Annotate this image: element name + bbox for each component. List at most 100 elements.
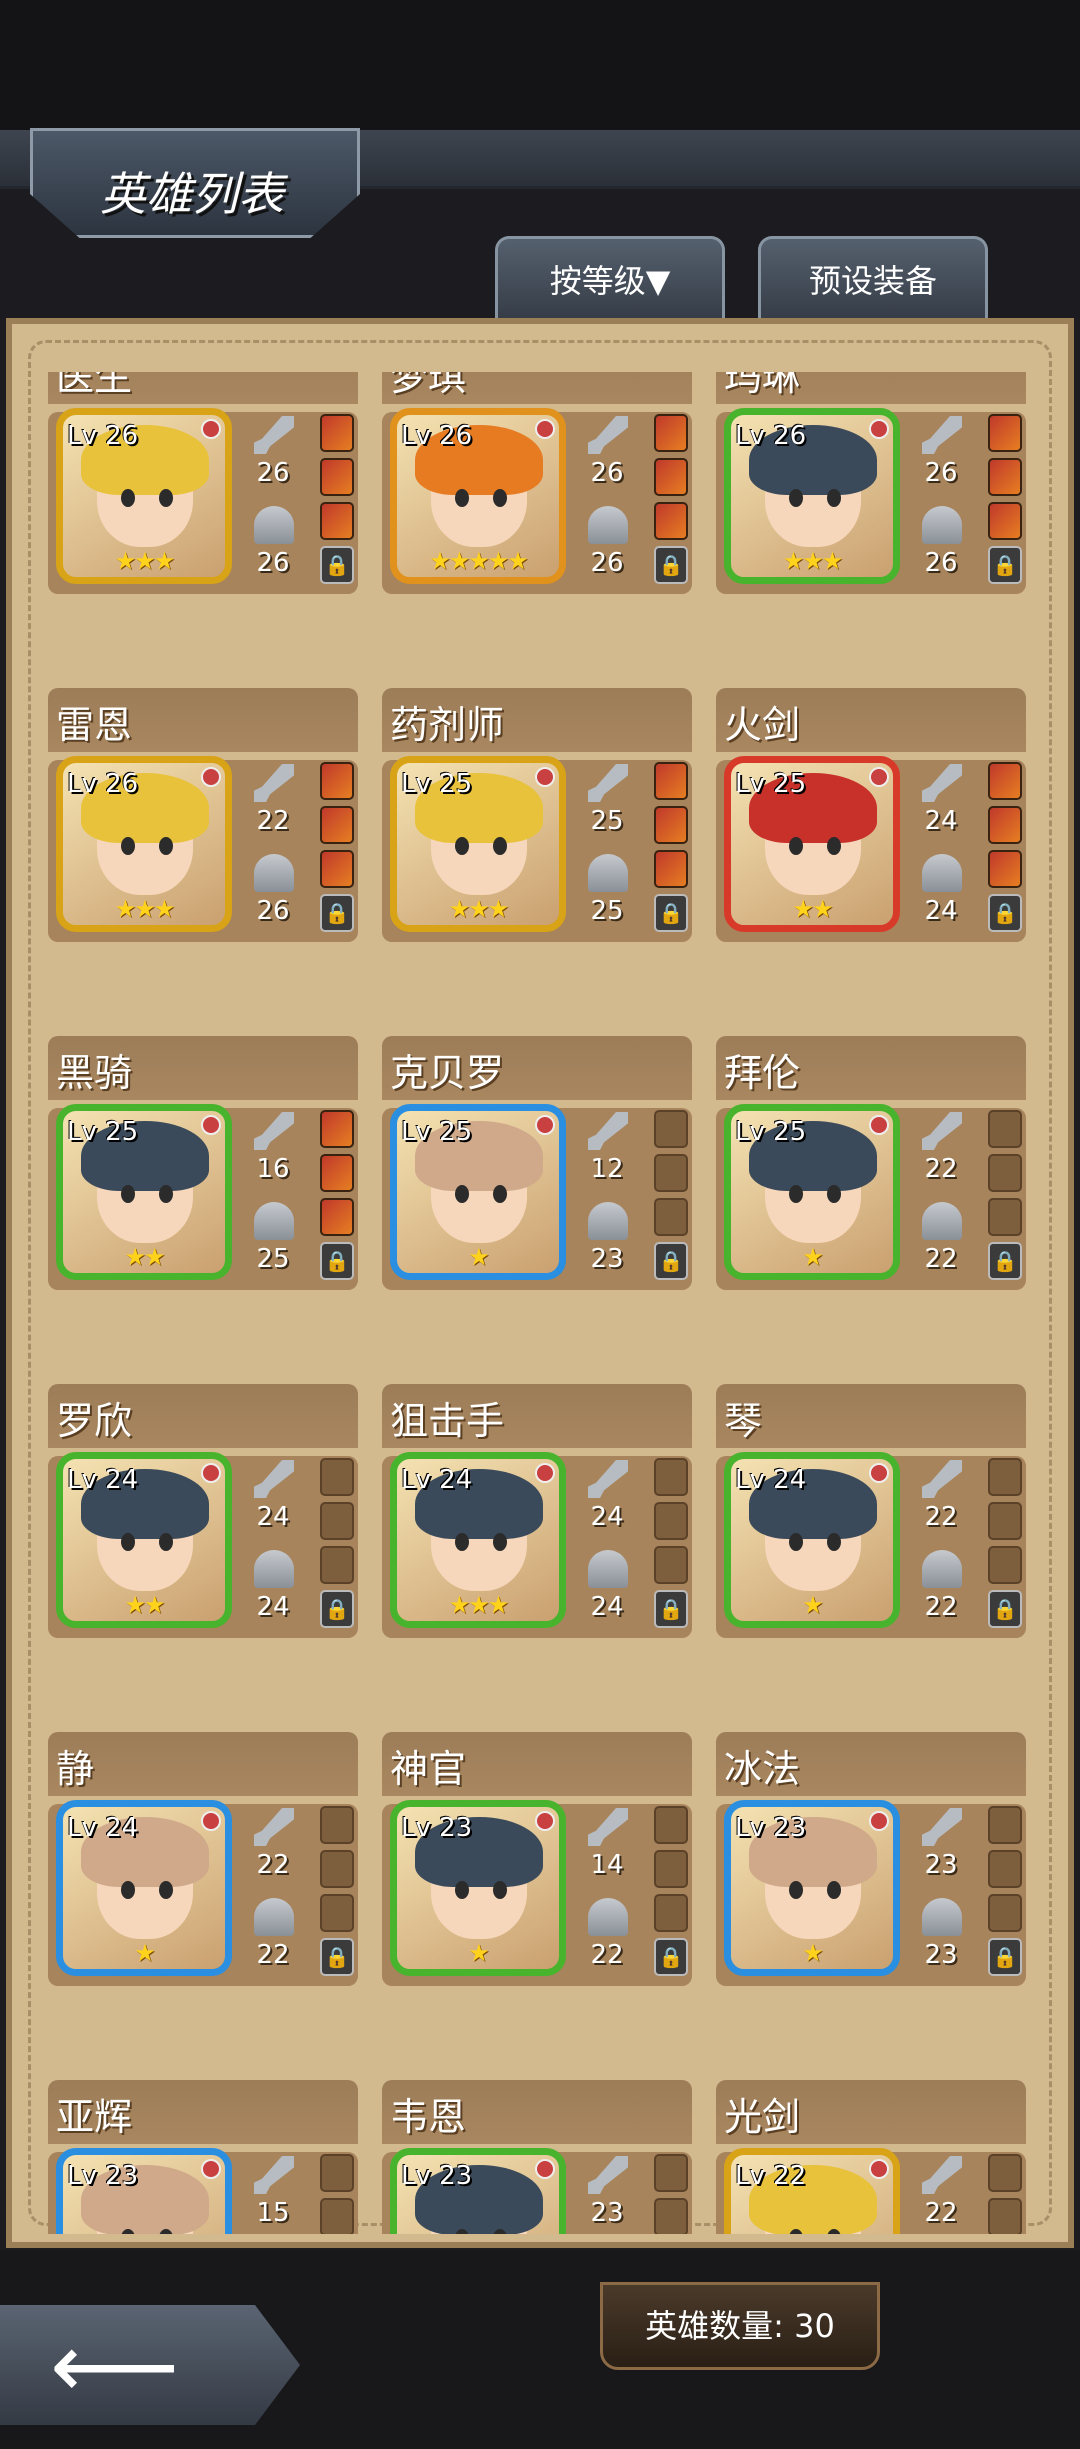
lock-icon[interactable]: 🔒 xyxy=(988,894,1022,932)
equipment-slot[interactable] xyxy=(988,414,1022,452)
lock-icon[interactable]: 🔒 xyxy=(320,1242,354,1280)
lock-icon[interactable]: 🔒 xyxy=(654,894,688,932)
lock-icon[interactable]: 🔒 xyxy=(988,546,1022,584)
equipment-slot[interactable] xyxy=(654,1894,688,1932)
lock-icon[interactable]: 🔒 xyxy=(654,546,688,584)
hero-card[interactable]: 雷恩 Lv 26 ★★★ 22 26 🔒 xyxy=(48,688,358,942)
lock-icon[interactable]: 🔒 xyxy=(988,1590,1022,1628)
equipment-slot[interactable] xyxy=(654,2154,688,2192)
equipment-slot[interactable] xyxy=(654,1458,688,1496)
hero-card[interactable]: 药剂师 Lv 25 ★★★ 25 25 🔒 xyxy=(382,688,692,942)
lock-icon[interactable]: 🔒 xyxy=(320,546,354,584)
equipment-slot[interactable] xyxy=(654,806,688,844)
lock-icon[interactable]: 🔒 xyxy=(654,1590,688,1628)
equipment-slot[interactable] xyxy=(988,2154,1022,2192)
equipment-slot[interactable] xyxy=(988,850,1022,888)
hero-card[interactable]: 克贝罗 Lv 25 ★ 12 23 🔒 xyxy=(382,1036,692,1290)
hero-portrait[interactable]: Lv 24 ★ xyxy=(724,1452,900,1628)
lock-icon[interactable]: 🔒 xyxy=(320,1590,354,1628)
hero-card[interactable]: 拜伦 Lv 25 ★ 22 22 🔒 xyxy=(716,1036,1026,1290)
hero-portrait[interactable]: Lv 26 ★★★ xyxy=(724,408,900,584)
equipment-slot[interactable] xyxy=(988,1850,1022,1888)
equipment-slot[interactable] xyxy=(320,1458,354,1496)
equipment-slot[interactable] xyxy=(988,1806,1022,1844)
equipment-slot[interactable] xyxy=(320,458,354,496)
preset-equipment-tab[interactable]: 预设装备 xyxy=(758,236,988,320)
equipment-slot[interactable] xyxy=(654,1154,688,1192)
equipment-slot[interactable] xyxy=(988,502,1022,540)
hero-card[interactable]: 静 Lv 24 ★ 22 22 🔒 xyxy=(48,1732,358,1986)
equipment-slot[interactable] xyxy=(654,762,688,800)
lock-icon[interactable]: 🔒 xyxy=(320,894,354,932)
equipment-slot[interactable] xyxy=(988,806,1022,844)
equipment-slot[interactable] xyxy=(320,850,354,888)
equipment-slot[interactable] xyxy=(320,1110,354,1148)
hero-card[interactable]: 罗欣 Lv 24 ★★ 24 24 🔒 xyxy=(48,1384,358,1638)
equipment-slot[interactable] xyxy=(988,1110,1022,1148)
hero-portrait[interactable]: Lv 23 xyxy=(390,2148,566,2234)
equipment-slot[interactable] xyxy=(320,414,354,452)
lock-icon[interactable]: 🔒 xyxy=(654,1938,688,1976)
hero-portrait[interactable]: Lv 23 xyxy=(56,2148,232,2234)
equipment-slot[interactable] xyxy=(320,2154,354,2192)
lock-icon[interactable]: 🔒 xyxy=(320,1938,354,1976)
equipment-slot[interactable] xyxy=(654,1198,688,1236)
hero-portrait[interactable]: Lv 25 ★ xyxy=(724,1104,900,1280)
hero-portrait[interactable]: Lv 23 ★ xyxy=(390,1800,566,1976)
lock-icon[interactable]: 🔒 xyxy=(654,1242,688,1280)
hero-card[interactable]: 黑骑 Lv 25 ★★ 16 25 🔒 xyxy=(48,1036,358,1290)
equipment-slot[interactable] xyxy=(988,458,1022,496)
hero-card[interactable]: 光剑 Lv 22 22 xyxy=(716,2080,1026,2234)
equipment-slot[interactable] xyxy=(320,762,354,800)
hero-portrait[interactable]: Lv 23 ★ xyxy=(724,1800,900,1976)
hero-portrait[interactable]: Lv 24 ★★★ xyxy=(390,1452,566,1628)
hero-card[interactable]: 梦琪 Lv 26 ★★★★★ 26 26 🔒 xyxy=(382,372,692,594)
equipment-slot[interactable] xyxy=(654,414,688,452)
hero-card[interactable]: 亚辉 Lv 23 15 xyxy=(48,2080,358,2234)
hero-card[interactable]: 琴 Lv 24 ★ 22 22 🔒 xyxy=(716,1384,1026,1638)
back-arrow-icon[interactable]: ⟵ xyxy=(50,2322,179,2412)
equipment-slot[interactable] xyxy=(654,1546,688,1584)
equipment-slot[interactable] xyxy=(320,1894,354,1932)
equipment-slot[interactable] xyxy=(654,1502,688,1540)
equipment-slot[interactable] xyxy=(654,1806,688,1844)
equipment-slot[interactable] xyxy=(320,1850,354,1888)
equipment-slot[interactable] xyxy=(320,502,354,540)
equipment-slot[interactable] xyxy=(320,1546,354,1584)
equipment-slot[interactable] xyxy=(654,458,688,496)
lock-icon[interactable]: 🔒 xyxy=(988,1242,1022,1280)
hero-card[interactable]: 冰法 Lv 23 ★ 23 23 🔒 xyxy=(716,1732,1026,1986)
hero-card[interactable]: 神官 Lv 23 ★ 14 22 🔒 xyxy=(382,1732,692,1986)
hero-portrait[interactable]: Lv 24 ★★ xyxy=(56,1452,232,1628)
equipment-slot[interactable] xyxy=(988,1894,1022,1932)
hero-portrait[interactable]: Lv 25 ★ xyxy=(390,1104,566,1280)
equipment-slot[interactable] xyxy=(320,1198,354,1236)
equipment-slot[interactable] xyxy=(654,850,688,888)
equipment-slot[interactable] xyxy=(988,762,1022,800)
hero-card[interactable]: 韦恩 Lv 23 23 xyxy=(382,2080,692,2234)
equipment-slot[interactable] xyxy=(320,1806,354,1844)
hero-portrait[interactable]: Lv 25 ★★★ xyxy=(390,756,566,932)
hero-card[interactable]: 火剑 Lv 25 ★★ 24 24 🔒 xyxy=(716,688,1026,942)
equipment-slot[interactable] xyxy=(988,1198,1022,1236)
equipment-slot[interactable] xyxy=(654,1110,688,1148)
hero-portrait[interactable]: Lv 25 ★★ xyxy=(724,756,900,932)
equipment-slot[interactable] xyxy=(320,1154,354,1192)
equipment-slot[interactable] xyxy=(654,2198,688,2234)
hero-card[interactable]: 医生 Lv 26 ★★★ 26 26 🔒 xyxy=(48,372,358,594)
equipment-slot[interactable] xyxy=(320,806,354,844)
hero-card[interactable]: 玛琳 Lv 26 ★★★ 26 26 🔒 xyxy=(716,372,1026,594)
equipment-slot[interactable] xyxy=(654,502,688,540)
hero-portrait[interactable]: Lv 26 ★★★★★ xyxy=(390,408,566,584)
equipment-slot[interactable] xyxy=(988,2198,1022,2234)
hero-portrait[interactable]: Lv 26 ★★★ xyxy=(56,408,232,584)
hero-portrait[interactable]: Lv 24 ★ xyxy=(56,1800,232,1976)
equipment-slot[interactable] xyxy=(988,1546,1022,1584)
equipment-slot[interactable] xyxy=(988,1154,1022,1192)
hero-card[interactable]: 狙击手 Lv 24 ★★★ 24 24 🔒 xyxy=(382,1384,692,1638)
equipment-slot[interactable] xyxy=(988,1502,1022,1540)
equipment-slot[interactable] xyxy=(988,1458,1022,1496)
hero-portrait[interactable]: Lv 25 ★★ xyxy=(56,1104,232,1280)
sort-by-level-tab[interactable]: 按等级▼ xyxy=(495,236,725,320)
equipment-slot[interactable] xyxy=(320,2198,354,2234)
